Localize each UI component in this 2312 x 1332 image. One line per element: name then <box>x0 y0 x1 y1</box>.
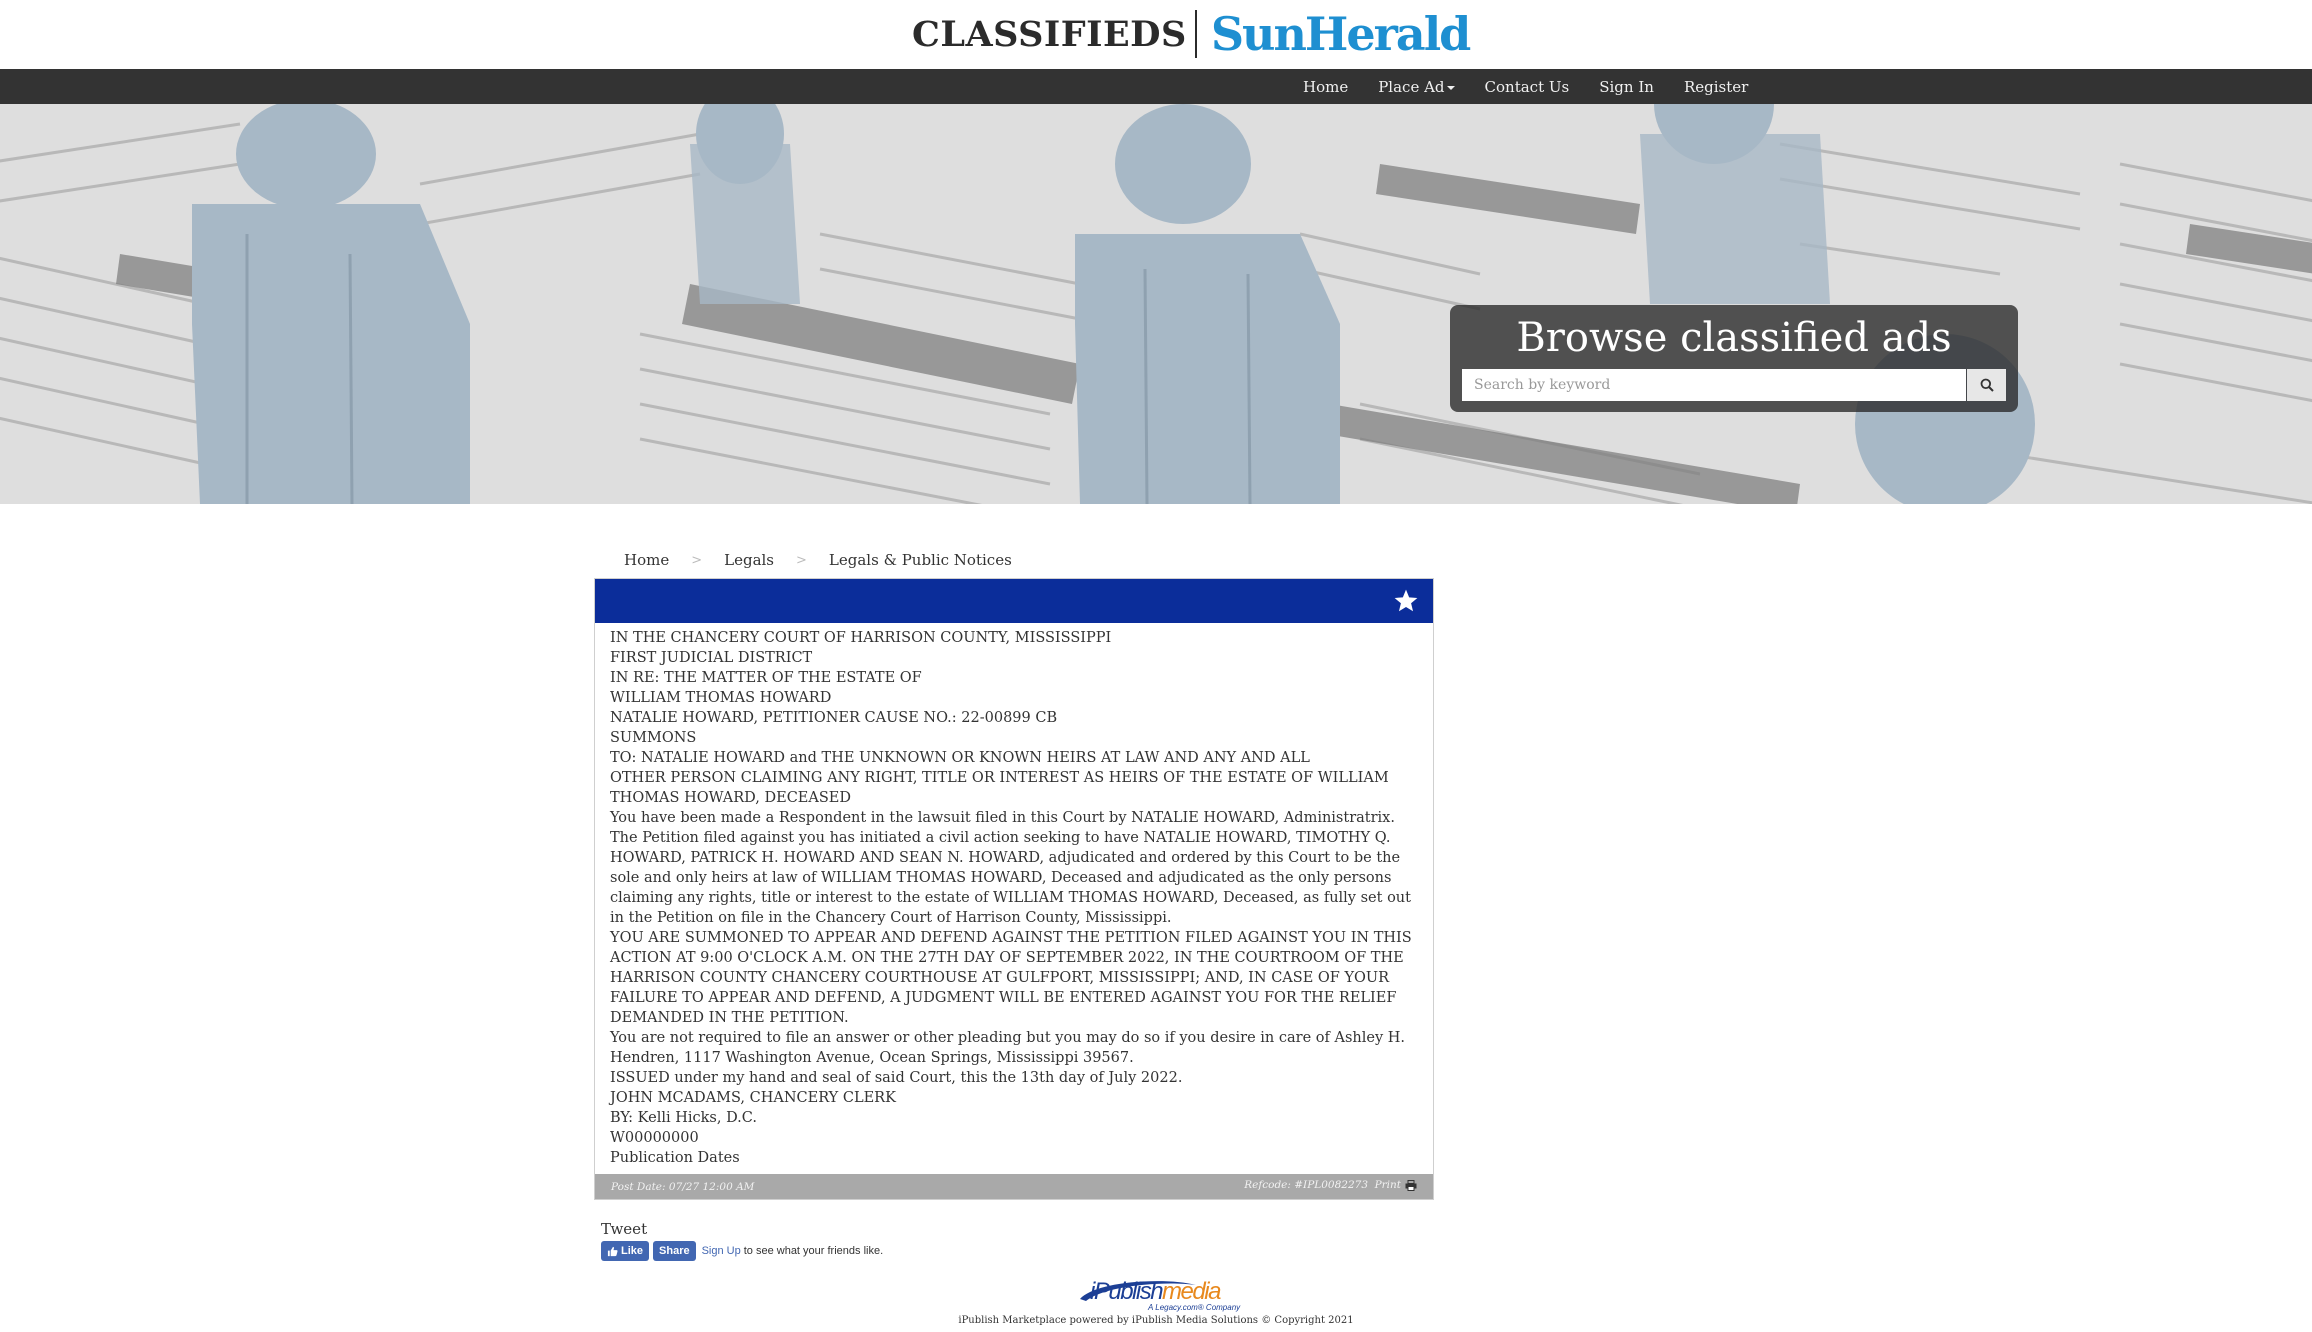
ad-line: IN RE: THE MATTER OF THE ESTATE OF <box>610 670 922 686</box>
ad-line: TO: NATALIE HOWARD and THE UNKNOWN OR KN… <box>610 750 1310 766</box>
facebook-widget: Like Share Sign Up to see what your frie… <box>601 1241 883 1261</box>
ad-line: IN THE CHANCERY COURT OF HARRISON COUNTY… <box>610 630 1112 646</box>
ad-line: You have been made a Respondent in the l… <box>610 810 1395 826</box>
ipublish-wordmark: iPublishmedia <box>1090 1278 1221 1306</box>
ad-line: WILLIAM THOMAS HOWARD <box>610 690 832 706</box>
main-nav: Home Place Ad Contact Us Sign In Registe… <box>0 69 2312 104</box>
facebook-like-button[interactable]: Like <box>601 1241 650 1261</box>
ad-line: W00000000 <box>610 1130 699 1146</box>
breadcrumb-separator: > <box>796 552 807 568</box>
ad-line: BY: Kelli Hicks, D.C. <box>610 1110 757 1126</box>
logo-sunherald-text: SunHerald <box>1210 7 1472 61</box>
print-button[interactable]: Print <box>1375 1179 1417 1191</box>
facebook-share-button[interactable]: Share <box>653 1241 696 1261</box>
logo-divider <box>1194 10 1197 58</box>
printer-icon <box>1405 1179 1417 1191</box>
ad-line: JOHN MCADAMS, CHANCERY CLERK <box>610 1090 896 1106</box>
ad-line: FIRST JUDICIAL DISTRICT <box>610 650 813 666</box>
ad-line: The Petition filed against you has initi… <box>610 830 1411 926</box>
ad-line: Publication Dates <box>610 1150 740 1166</box>
breadcrumb-separator: > <box>691 552 703 568</box>
ad-body-text: IN THE CHANCERY COURT OF HARRISON COUNTY… <box>610 628 1422 1168</box>
nav-place-ad[interactable]: Place Ad <box>1378 77 1455 96</box>
facebook-signup-link[interactable]: Sign Up <box>702 1245 741 1257</box>
ad-line: ISSUED under my hand and seal of said Co… <box>610 1070 1183 1086</box>
tweet-link[interactable]: Tweet <box>601 1220 647 1238</box>
ipublish-text: iPublish <box>1090 1278 1164 1305</box>
search-input[interactable] <box>1462 369 1966 401</box>
caret-down-icon <box>1446 85 1455 90</box>
hero-background-image <box>0 104 2312 504</box>
ad-line: You are not required to file an answer o… <box>610 1030 1406 1066</box>
site-logo[interactable]: CLASSIFIEDS SunHerald <box>912 7 1472 61</box>
nav-register[interactable]: Register <box>1684 78 1748 96</box>
refcode: Refcode: #IPL0082273 <box>1244 1179 1368 1191</box>
print-label: Print <box>1374 1179 1401 1191</box>
breadcrumb-home[interactable]: Home <box>624 551 669 569</box>
copyright-text: iPublish Marketplace powered by iPublish… <box>958 1315 1354 1326</box>
ad-header-bar <box>595 579 1433 623</box>
media-text: media <box>1162 1278 1221 1305</box>
facebook-signup-text: to see what your friends like. <box>743 1245 884 1257</box>
ipublish-media-logo[interactable]: iPublishmedia A Legacy.com® Company <box>1076 1277 1240 1313</box>
nav-place-ad-label: Place Ad <box>1378 77 1445 96</box>
hero-banner: Browse classified ads <box>0 104 2312 504</box>
ad-footer-bar: Post Date: 07/27 12:00 AM Refcode: #IPL0… <box>595 1174 1433 1199</box>
ad-listing: IN THE CHANCERY COURT OF HARRISON COUNTY… <box>594 578 1434 1200</box>
search-panel: Browse classified ads <box>1450 305 2018 412</box>
facebook-like-label: Like <box>621 1245 644 1257</box>
thumbs-up-icon <box>607 1246 618 1256</box>
post-date: Post Date: 07/27 12:00 AM <box>611 1181 755 1193</box>
logo-classifieds-text: CLASSIFIEDS <box>912 13 1187 55</box>
breadcrumb: Home > Legals > Legals & Public Notices <box>624 550 1012 570</box>
ad-line: NATALIE HOWARD, PETITIONER CAUSE NO.: 22… <box>610 710 1058 726</box>
breadcrumb-legals[interactable]: Legals <box>724 551 774 569</box>
nav-sign-in[interactable]: Sign In <box>1599 78 1654 96</box>
hero-title: Browse classified ads <box>1516 315 1952 361</box>
ipublish-tagline: A Legacy.com® Company <box>1148 1303 1241 1312</box>
ad-line: OTHER PERSON CLAIMING ANY RIGHT, TITLE O… <box>610 770 1389 806</box>
search-icon <box>1980 378 1994 392</box>
ad-line: SUMMONS <box>610 730 697 746</box>
nav-home[interactable]: Home <box>1303 78 1348 96</box>
nav-contact-us[interactable]: Contact Us <box>1485 78 1570 96</box>
site-header: CLASSIFIEDS SunHerald <box>0 0 2312 69</box>
star-icon[interactable] <box>1393 588 1419 614</box>
breadcrumb-legals-public-notices[interactable]: Legals & Public Notices <box>829 551 1012 569</box>
search-button[interactable] <box>1967 369 2006 401</box>
ad-line: YOU ARE SUMMONED TO APPEAR AND DEFEND AG… <box>610 930 1412 1026</box>
